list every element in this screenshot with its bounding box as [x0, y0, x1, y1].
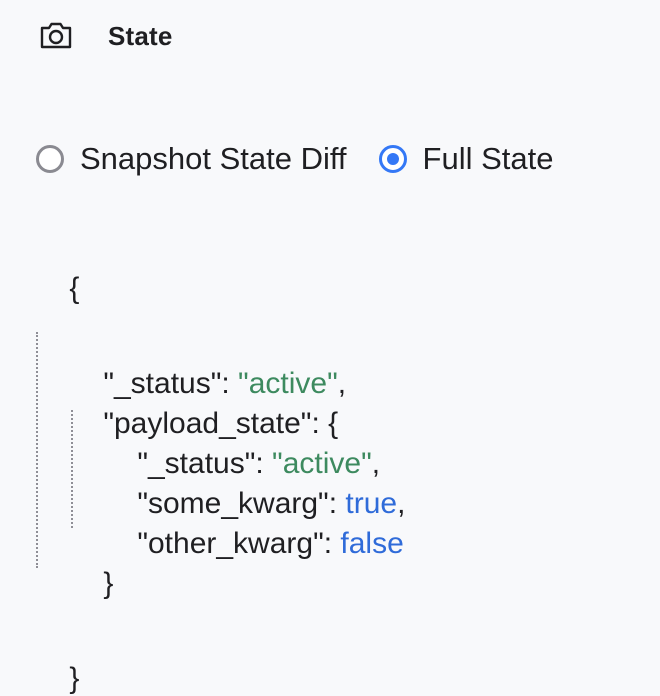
full-state-label[interactable]: Full State	[423, 141, 554, 177]
json-payload-close-brace: }	[103, 567, 114, 600]
snapshot-state-diff-radio[interactable]	[36, 145, 64, 173]
full-state-radio[interactable]	[378, 145, 407, 173]
radio-selected-dot	[386, 153, 399, 165]
json-open-brace: {	[69, 272, 80, 305]
state-json-viewer: { "_status": "active", "payload_state": …	[0, 0, 660, 696]
snapshot-state-diff-label[interactable]: Snapshot State Diff	[80, 141, 347, 177]
view-mode-radio-group: Snapshot State Diff Full State	[36, 138, 554, 180]
full-state-option[interactable]: Full State	[378, 141, 554, 177]
snapshot-state-diff-option[interactable]: Snapshot State Diff	[36, 141, 347, 177]
json-close-brace: }	[69, 662, 80, 695]
panel-header: State	[38, 16, 173, 56]
json-boolean-value: false	[340, 527, 404, 560]
json-line-other-kwarg: "other_kwarg": false	[137, 527, 404, 560]
json-key: "other_kwarg"	[137, 527, 324, 560]
indent-guide-root	[36, 332, 38, 568]
camera-icon	[38, 18, 74, 54]
panel-title: State	[108, 20, 173, 51]
